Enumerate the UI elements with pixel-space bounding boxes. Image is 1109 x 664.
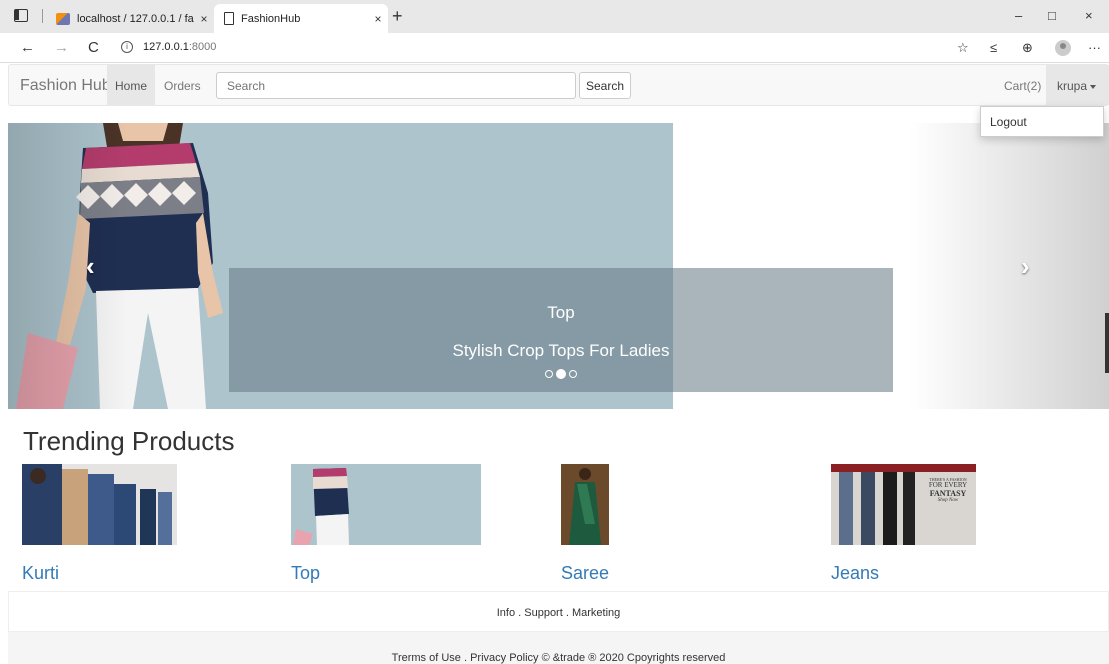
user-dropdown-menu: Logout xyxy=(980,106,1104,137)
logout-menu-item[interactable]: Logout xyxy=(981,107,1103,129)
username-label: krupa xyxy=(1057,79,1088,93)
caption-title: Top xyxy=(229,303,893,323)
product-name[interactable]: Kurti xyxy=(22,563,59,584)
forward-icon[interactable]: → xyxy=(54,39,69,56)
caption-title-text: Top xyxy=(547,303,575,322)
product-name[interactable]: Saree xyxy=(561,563,609,584)
carousel-indicator[interactable] xyxy=(569,370,577,378)
reload-icon[interactable]: C xyxy=(88,39,99,56)
carousel-prev-icon[interactable]: ‹ xyxy=(86,251,95,282)
banner-line: Shop Now xyxy=(937,497,959,503)
carousel-next-icon[interactable]: › xyxy=(1021,251,1030,282)
minimize-icon[interactable]: – xyxy=(1015,8,1022,23)
search-input[interactable] xyxy=(216,72,576,99)
tab-phpmyadmin[interactable]: localhost / 127.0.0.1 / fashionhub × xyxy=(46,4,214,33)
footer-legal: Trerms of Use . Privacy Policy © &trade … xyxy=(8,632,1109,664)
caption-subtitle: Stylish Crop Tops For Ladies xyxy=(452,341,670,360)
maximize-icon[interactable]: □ xyxy=(1048,8,1056,23)
url-port: :8000 xyxy=(188,41,217,53)
caret-down-icon xyxy=(1090,84,1097,89)
new-tab-button[interactable]: + xyxy=(392,6,403,27)
cart-link[interactable]: Cart(2) xyxy=(1004,79,1041,93)
profile-avatar-icon[interactable] xyxy=(1055,40,1071,56)
tab-separator xyxy=(42,9,43,23)
page-favicon-icon xyxy=(224,12,234,25)
favorites-icon[interactable]: ≤ xyxy=(990,40,997,55)
more-icon[interactable]: ··· xyxy=(1088,40,1101,55)
top-image[interactable] xyxy=(291,464,481,545)
back-icon[interactable]: ← xyxy=(20,39,35,56)
address-bar: ← → C i 127.0.0.1:8000 ☆ ≤ ⊕ ··· xyxy=(0,33,1109,63)
saree-image[interactable] xyxy=(561,464,609,545)
nav-orders-link[interactable]: Orders xyxy=(164,79,201,93)
url-host: 127.0.0.1 xyxy=(143,41,189,53)
user-menu-toggle[interactable]: krupa xyxy=(1046,65,1109,105)
url-field[interactable]: 127.0.0.1:8000 xyxy=(143,41,216,53)
banner-line: FANTASY xyxy=(929,488,967,498)
tab-actions-icon[interactable] xyxy=(14,9,28,22)
carousel-indicator[interactable] xyxy=(545,370,553,378)
jeans-banner-text: THERE'S A FASHION FOR EVERY FANTASY Shop… xyxy=(923,477,973,503)
phpmyadmin-favicon-icon xyxy=(56,12,70,25)
trending-heading: Trending Products xyxy=(23,426,235,456)
brand-link[interactable]: Fashion Hub xyxy=(20,77,111,95)
add-favorite-icon[interactable]: ☆ xyxy=(957,40,969,56)
tab-title: FashionHub xyxy=(241,12,301,25)
tab-fashionhub[interactable]: FashionHub × xyxy=(214,4,388,33)
product-name[interactable]: Jeans xyxy=(831,563,879,584)
collections-icon[interactable]: ⊕ xyxy=(1022,40,1033,56)
carousel-right-gradient xyxy=(909,123,1109,409)
search-button[interactable]: Search xyxy=(579,72,631,99)
carousel-indicator[interactable] xyxy=(556,369,566,379)
carousel-edge-image xyxy=(1105,313,1109,373)
browser-tab-bar: localhost / 127.0.0.1 / fashionhub × Fas… xyxy=(0,0,1109,33)
footer-links: Info . Support . Marketing xyxy=(8,591,1109,632)
carousel-indicators xyxy=(545,369,577,379)
nav-home-link[interactable]: Home xyxy=(107,65,155,105)
carousel-left-gradient xyxy=(8,123,128,409)
window-close-icon[interactable]: × xyxy=(1085,8,1093,23)
site-info-icon[interactable]: i xyxy=(121,41,133,53)
kurti-image[interactable] xyxy=(22,464,177,545)
site-navbar: Fashion Hub Home Orders Search Cart(2) k… xyxy=(8,64,1109,106)
close-icon[interactable]: × xyxy=(194,12,214,26)
close-icon[interactable]: × xyxy=(368,12,388,26)
tab-title: localhost / 127.0.0.1 / fashionhub xyxy=(77,12,194,25)
product-name[interactable]: Top xyxy=(291,563,320,584)
hero-carousel: Top Stylish Crop Tops For Ladies ‹ › xyxy=(8,123,1109,409)
